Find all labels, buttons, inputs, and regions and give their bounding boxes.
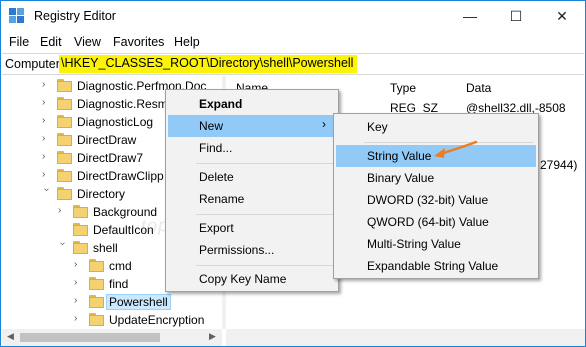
scroll-right-icon[interactable]: ▶: [209, 331, 216, 342]
folder-icon: [73, 223, 88, 236]
menu-help[interactable]: Help: [174, 35, 200, 49]
menu-item-copy-key-name[interactable]: Copy Key Name: [168, 268, 336, 290]
menu-item-rename[interactable]: Rename: [168, 188, 336, 210]
annotation-arrow-icon: [434, 140, 478, 158]
title-bar[interactable]: Registry Editor — ☐ ✕: [1, 1, 585, 31]
maximize-button[interactable]: ☐: [493, 1, 539, 31]
folder-icon: [89, 259, 104, 272]
tree-item-label: DiagnosticLog: [77, 115, 154, 129]
menu-item-export[interactable]: Export: [168, 217, 336, 239]
menu-separator: [196, 163, 334, 164]
close-button[interactable]: ✕: [539, 1, 585, 31]
tree-item-label: Diagnostic.Resm: [77, 97, 168, 111]
folder-icon: [57, 133, 72, 146]
folder-icon: [89, 295, 104, 308]
chevron-right-icon[interactable]: ›: [58, 205, 68, 217]
folder-icon: [89, 277, 104, 290]
column-header-type[interactable]: Type: [390, 81, 416, 95]
menu-separator: [196, 214, 334, 215]
chevron-down-icon[interactable]: ›: [40, 188, 52, 198]
menu-item-expand[interactable]: Expand: [168, 93, 336, 115]
minimize-button[interactable]: —: [447, 1, 493, 31]
tree-item-label: DirectDrawClipp: [77, 169, 164, 183]
menu-view[interactable]: View: [74, 35, 101, 49]
submenu-item-qword-value[interactable]: QWORD (64-bit) Value: [336, 211, 536, 233]
chevron-right-icon[interactable]: ›: [74, 313, 84, 325]
registry-app-icon: [9, 8, 25, 24]
folder-icon: [73, 205, 88, 218]
list-horizontal-scrollbar[interactable]: [226, 329, 585, 346]
tree-item-label: DefaultIcon: [93, 223, 154, 237]
folder-icon: [57, 97, 72, 110]
menu-file[interactable]: File: [9, 35, 29, 49]
window-title: Registry Editor: [34, 9, 116, 23]
folder-icon: [73, 241, 88, 254]
tree-item-label: Background: [93, 205, 158, 219]
folder-icon: [57, 169, 72, 182]
scroll-left-icon[interactable]: ◀: [7, 331, 14, 342]
menu-item-permissions[interactable]: Permissions...: [168, 239, 336, 261]
address-prefix: Computer: [5, 57, 60, 71]
tree-item-label: Powershell: [106, 294, 171, 310]
folder-icon: [89, 313, 104, 326]
menu-item-find[interactable]: Find...: [168, 137, 336, 159]
chevron-down-icon[interactable]: ›: [56, 242, 68, 252]
chevron-right-icon[interactable]: ›: [42, 79, 52, 91]
tree-item-label: UpdateEncryption: [109, 313, 205, 327]
tree-item-label: cmd: [109, 259, 132, 273]
submenu-item-binary-value[interactable]: Binary Value: [336, 167, 536, 189]
tree-item-label: Directory: [77, 187, 126, 201]
tree-horizontal-scrollbar[interactable]: ◀ ▶: [2, 329, 222, 346]
column-header-data[interactable]: Data: [466, 81, 491, 95]
value-data: 27944): [540, 158, 578, 172]
chevron-right-icon[interactable]: ›: [42, 115, 52, 127]
chevron-right-icon[interactable]: ›: [42, 169, 52, 181]
submenu-item-key[interactable]: Key: [336, 116, 536, 138]
submenu-item-multi-string-value[interactable]: Multi-String Value: [336, 233, 536, 255]
chevron-right-icon[interactable]: ›: [42, 133, 52, 145]
context-menu: Expand New › Find... Delete Rename Expor…: [165, 89, 339, 292]
chevron-right-icon[interactable]: ›: [74, 259, 84, 271]
tree-item-label: DirectDraw: [77, 133, 137, 147]
chevron-right-icon[interactable]: ›: [74, 277, 84, 289]
menu-bar: File Edit View Favorites Help: [1, 32, 585, 52]
chevron-right-icon[interactable]: ›: [42, 151, 52, 163]
submenu-item-dword-value[interactable]: DWORD (32-bit) Value: [336, 189, 536, 211]
chevron-right-icon[interactable]: ›: [42, 97, 52, 109]
address-bar[interactable]: Computer \HKEY_CLASSES_ROOT\Directory\sh…: [2, 53, 584, 75]
folder-icon: [57, 151, 72, 164]
tree-item-label: shell: [93, 241, 118, 255]
menu-separator: [196, 265, 334, 266]
submenu-arrow-icon: ›: [322, 117, 326, 131]
tree-item-label: DirectDraw7: [77, 151, 144, 165]
menu-item-delete[interactable]: Delete: [168, 166, 336, 188]
address-path[interactable]: \HKEY_CLASSES_ROOT\Directory\shell\Power…: [59, 55, 358, 73]
menu-item-new[interactable]: New ›: [168, 115, 336, 137]
submenu-item-expandable-string-value[interactable]: Expandable String Value: [336, 255, 536, 277]
folder-icon: [57, 187, 72, 200]
tree-item-label: find: [109, 277, 129, 291]
menu-edit[interactable]: Edit: [40, 35, 62, 49]
folder-icon: [57, 79, 72, 92]
folder-icon: [57, 115, 72, 128]
scrollbar-thumb[interactable]: [20, 333, 160, 342]
menu-favorites[interactable]: Favorites: [113, 35, 164, 49]
chevron-right-icon[interactable]: ›: [74, 295, 84, 307]
